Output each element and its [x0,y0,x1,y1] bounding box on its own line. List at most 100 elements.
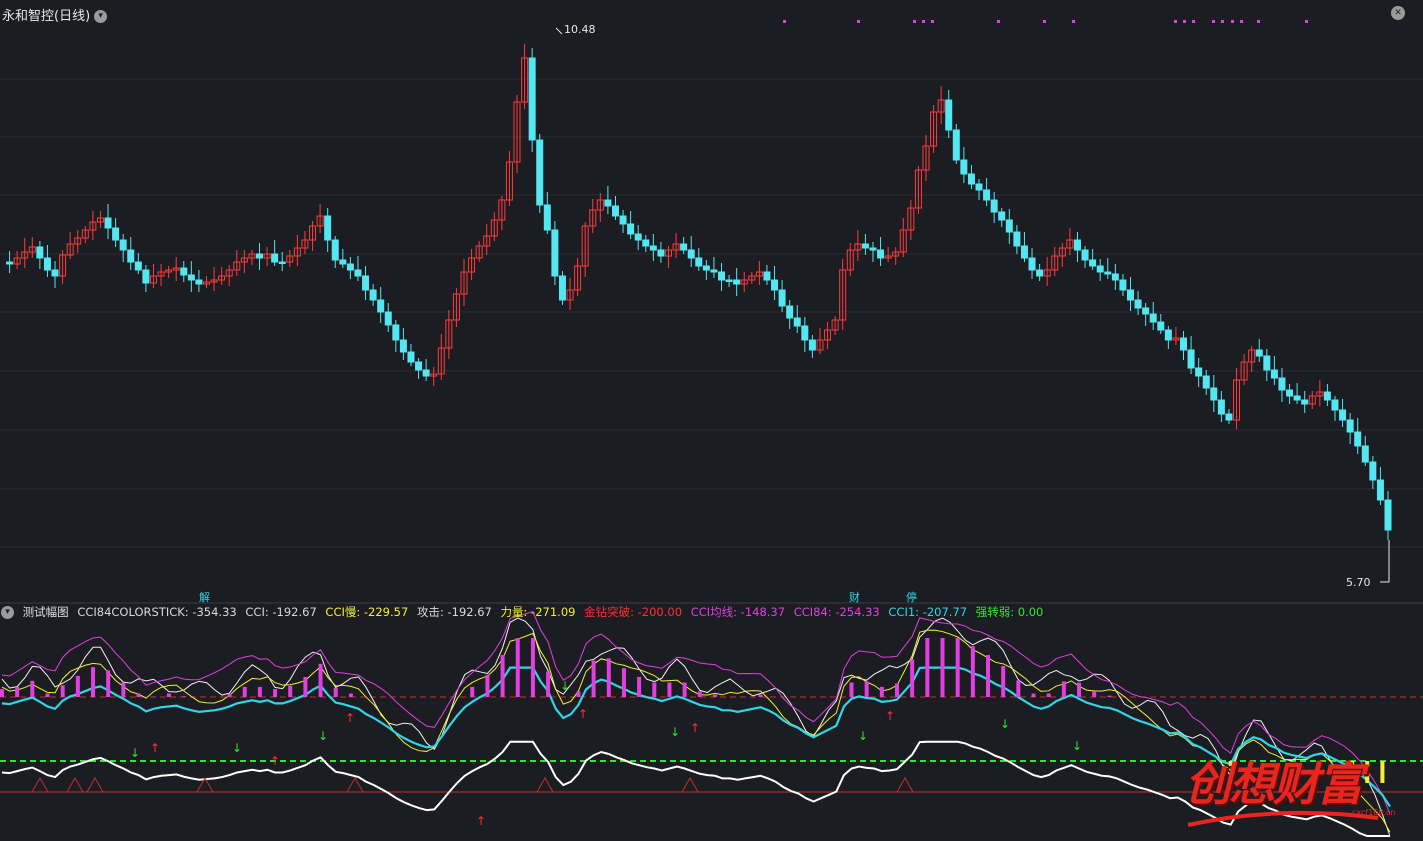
candle-body [6,261,14,265]
buy-arrow-icon: ↑ [270,754,280,768]
sell-arrow-icon: ↓ [232,741,242,755]
candle-body [1119,279,1127,291]
stick-positive [242,686,247,697]
candle-body [415,361,423,371]
candle-body [551,229,559,277]
legend-cci1: CCI1: -207.77 [888,605,968,619]
baseline-spike [346,776,364,793]
signal-dot [913,20,916,23]
stick-positive [986,655,991,697]
candle-body [1361,445,1369,463]
sell-arrow-icon: ↓ [858,729,868,743]
legend-cci84: CCI84: -254.33 [793,605,880,619]
sell-arrow-icon: ↓ [1000,717,1010,731]
candle-body [1255,349,1263,357]
candle-body [657,249,665,257]
candle-body [1126,289,1134,301]
candle-body [1202,375,1210,389]
candle-body [36,246,44,259]
watermark-logo: 创想财富 [1185,757,1363,811]
indicator-name[interactable]: 测试幅图 [23,605,69,619]
high-pointer [555,27,563,35]
candle-body [1180,337,1188,351]
candle-body [1142,307,1150,315]
candle-body [998,211,1006,221]
marker-ting[interactable]: 停 [906,589,917,605]
stick-positive [1092,691,1097,697]
candle-body [1028,257,1036,271]
stick-positive [15,686,20,697]
candle-body [346,263,354,271]
candle-body [543,204,551,231]
candle-body [1286,389,1294,397]
stick-positive [30,680,35,697]
candle-body [142,269,150,284]
signal-dot [1212,20,1215,23]
stick-positive [273,689,278,697]
stick-positive [182,696,187,697]
sell-arrow-icon: ↓ [130,746,140,760]
stick-positive [955,638,960,697]
candle-body [808,339,816,351]
candle-body [604,199,612,207]
candle-body [649,245,657,251]
signal-dot [1221,20,1224,23]
candle-body [634,233,642,241]
stick-positive [940,638,945,697]
stick-positive [60,685,65,697]
candle-body [1376,479,1384,501]
candle-body [869,247,877,251]
stick-positive [910,659,915,697]
candle-body [1096,265,1104,273]
candle-body [680,243,688,251]
stick-positive [485,674,490,697]
sell-arrow-icon: ↓ [560,679,570,693]
candle-body [960,159,968,175]
stick-positive [303,677,308,697]
candle-body [733,279,741,285]
candle-body [1263,355,1271,371]
kline-chart[interactable]: ↑ ↑ ↑ ↑ ↑ ↑ ↑ ↓ ↓ ↓ ↓ ↓ ↓ ↓ ↓ [0,0,1423,841]
candle-body [112,227,120,241]
candle-body [1073,239,1081,251]
candle-body [127,249,135,263]
candle-body [627,223,635,235]
legend-cci-ma: CCI均线: -148.37 [690,605,786,619]
marker-jie[interactable]: 解 [199,589,210,605]
signal-dot [1174,20,1177,23]
candle-body [1225,413,1233,421]
candle-body [362,275,370,291]
signal-dot [857,20,860,23]
candle-body [877,249,885,259]
stick-positive [682,682,687,697]
signal-dot [1183,20,1186,23]
candle-body [324,215,332,241]
candle-body [278,261,286,264]
stick-positive [925,638,930,697]
candle-body [369,289,377,301]
stick-positive [45,693,50,697]
legend-attack: 攻击: -192.67 [416,605,492,619]
stick-positive [1031,693,1036,697]
stick-positive [166,693,171,697]
stick-positive [1107,695,1112,697]
candle-body [1331,399,1339,411]
candle-body [611,205,619,217]
candle-body [1301,399,1309,405]
candle-body [51,269,59,277]
stick-positive [667,682,672,697]
candle-body [1217,399,1225,415]
baseline-spike [536,776,554,793]
candle-body [983,189,991,201]
stick-positive [75,675,80,697]
stick-positive [606,658,611,697]
candle-body [1036,269,1044,277]
marker-cai[interactable]: 财 [849,589,860,605]
indicator-menu-icon[interactable]: ▾ [1,606,14,619]
candle-body [392,324,400,341]
candle-body [642,239,650,247]
stick-positive [758,694,763,697]
candle-body [1369,461,1377,481]
buy-arrow-icon: ↑ [690,721,700,735]
signal-dot [931,20,934,23]
